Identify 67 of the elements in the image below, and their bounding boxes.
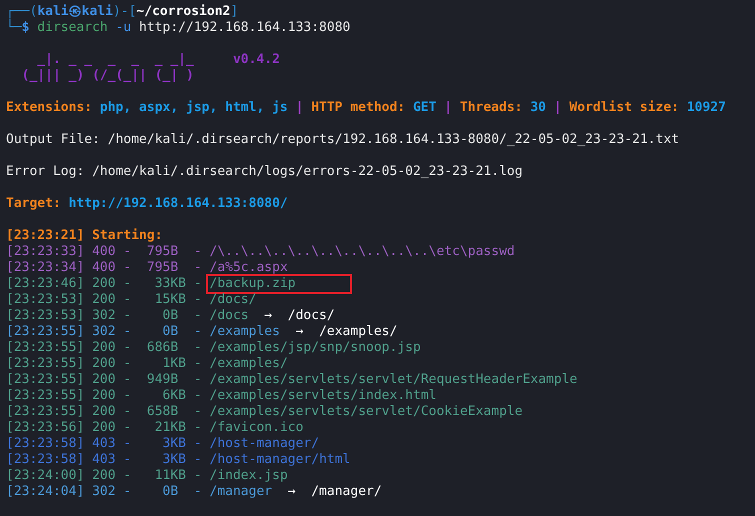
prompt-line: ┌──( bbox=[6, 4, 38, 19]
config-label: Extensions: bbox=[6, 100, 92, 116]
redirect-arrow: → bbox=[288, 484, 296, 500]
redirect-arrow: → bbox=[296, 324, 304, 340]
result-path: /examples/servlets/index.html bbox=[210, 388, 436, 404]
result-path: /index.jsp bbox=[210, 468, 288, 484]
separator: | bbox=[554, 100, 562, 116]
log-entry: [23:23:55] 200 - 6KB - bbox=[6, 388, 203, 404]
starting-text: [23:23:21] Starting: bbox=[6, 228, 163, 244]
prompt-line: ] bbox=[230, 4, 238, 20]
result-path: /backup.zip bbox=[208, 276, 350, 292]
separator: | bbox=[296, 100, 304, 116]
log-entry: [23:23:53] 200 - 15KB - bbox=[6, 292, 203, 308]
prompt-line: └─ bbox=[6, 20, 22, 36]
log-entry: [23:23:34] 400 - 795B - bbox=[6, 260, 203, 276]
prompt-symbol: $ bbox=[22, 20, 30, 36]
log-entry: [23:23:55] 200 - 1KB - bbox=[6, 356, 203, 372]
redirect-arrow: → bbox=[264, 308, 272, 324]
result-path: /a%5c.aspx bbox=[210, 260, 288, 276]
command-argument: http://192.168.164.133:8080 bbox=[139, 20, 350, 36]
banner-art: (_||| _) (/_(_|| (_| ) bbox=[22, 68, 194, 84]
log-entry: [23:23:55] 302 - 0B - bbox=[6, 324, 203, 340]
log-entry: [23:23:55] 200 - 686B - bbox=[6, 340, 203, 356]
target-label: Target: bbox=[6, 196, 61, 212]
result-path: /host-manager/ bbox=[210, 436, 320, 452]
redirect-target: /examples/ bbox=[319, 324, 398, 340]
log-entry: [23:24:00] 200 - 11KB - bbox=[6, 468, 203, 484]
prompt-path: ~/corrosion2 bbox=[136, 4, 230, 20]
log-entry: [23:23:58] 403 - 3KB - bbox=[6, 436, 203, 452]
result-path: /examples/ bbox=[210, 356, 288, 372]
redirect-target: /docs/ bbox=[288, 308, 335, 324]
config-label: HTTP method: bbox=[311, 100, 406, 116]
result-path: /examples/servlets/servlet/CookieExample bbox=[210, 404, 523, 420]
log-entry: [23:23:58] 403 - 3KB - bbox=[6, 452, 203, 468]
banner-art: _|. _ _ _ _ _ _|_ bbox=[36, 52, 194, 68]
log-entry: [23:23:33] 400 - 795B - bbox=[6, 244, 203, 260]
command-option: -u bbox=[116, 20, 132, 36]
prompt-line: )-[ bbox=[112, 4, 136, 20]
log-entry: [23:23:46] 200 - 33KB - bbox=[6, 276, 203, 292]
target-url: http://192.168.164.133:8080/ bbox=[68, 196, 288, 212]
log-entry: [23:24:04] 302 - 0B - bbox=[6, 484, 203, 500]
config-value: 10927 bbox=[686, 100, 726, 116]
config-label: Wordlist size: bbox=[569, 100, 679, 116]
log-entry: [23:23:55] 200 - 658B - bbox=[6, 404, 203, 420]
result-path: /favicon.ico bbox=[210, 420, 304, 436]
command-name: dirsearch bbox=[37, 20, 108, 36]
log-entry: [23:23:53] 302 - 0B - bbox=[6, 308, 203, 324]
separator: | bbox=[444, 100, 452, 116]
redirect-target: /manager/ bbox=[311, 484, 382, 500]
result-path: /examples bbox=[210, 324, 280, 340]
config-value: php, aspx, jsp, html, js bbox=[100, 100, 288, 116]
log-entry: [23:23:55] 200 - 949B - bbox=[6, 372, 203, 388]
result-path: /examples/servlets/servlet/RequestHeaderExample bbox=[210, 372, 578, 388]
result-path: /host-manager/html bbox=[210, 452, 350, 468]
version-label: v0.4.2 bbox=[232, 52, 280, 68]
result-path: /\..\..\..\..\..\..\..\..\..\etc\passwd bbox=[210, 244, 515, 260]
result-path: /docs/ bbox=[210, 292, 256, 308]
log-entry: [23:23:56] 200 - 21KB - bbox=[6, 420, 203, 436]
config-label: Threads: bbox=[460, 100, 522, 116]
prompt-user: kali㉿kali bbox=[37, 4, 113, 20]
result-path: /docs bbox=[210, 308, 249, 324]
result-path: /examples/jsp/snp/snoop.jsp bbox=[210, 340, 421, 356]
config-value: 30 bbox=[530, 100, 546, 116]
error-log-text: Error Log: /home/kali/.dirsearch/logs/errors-22-05-02_23-23-21.log bbox=[6, 164, 523, 180]
output-file-text: Output File: /home/kali/.dirsearch/reports/192.168.164.133-8080/_22-05-02_23-23-21.txt bbox=[6, 132, 680, 148]
config-value: GET bbox=[412, 100, 436, 116]
result-path: /manager bbox=[210, 484, 272, 500]
